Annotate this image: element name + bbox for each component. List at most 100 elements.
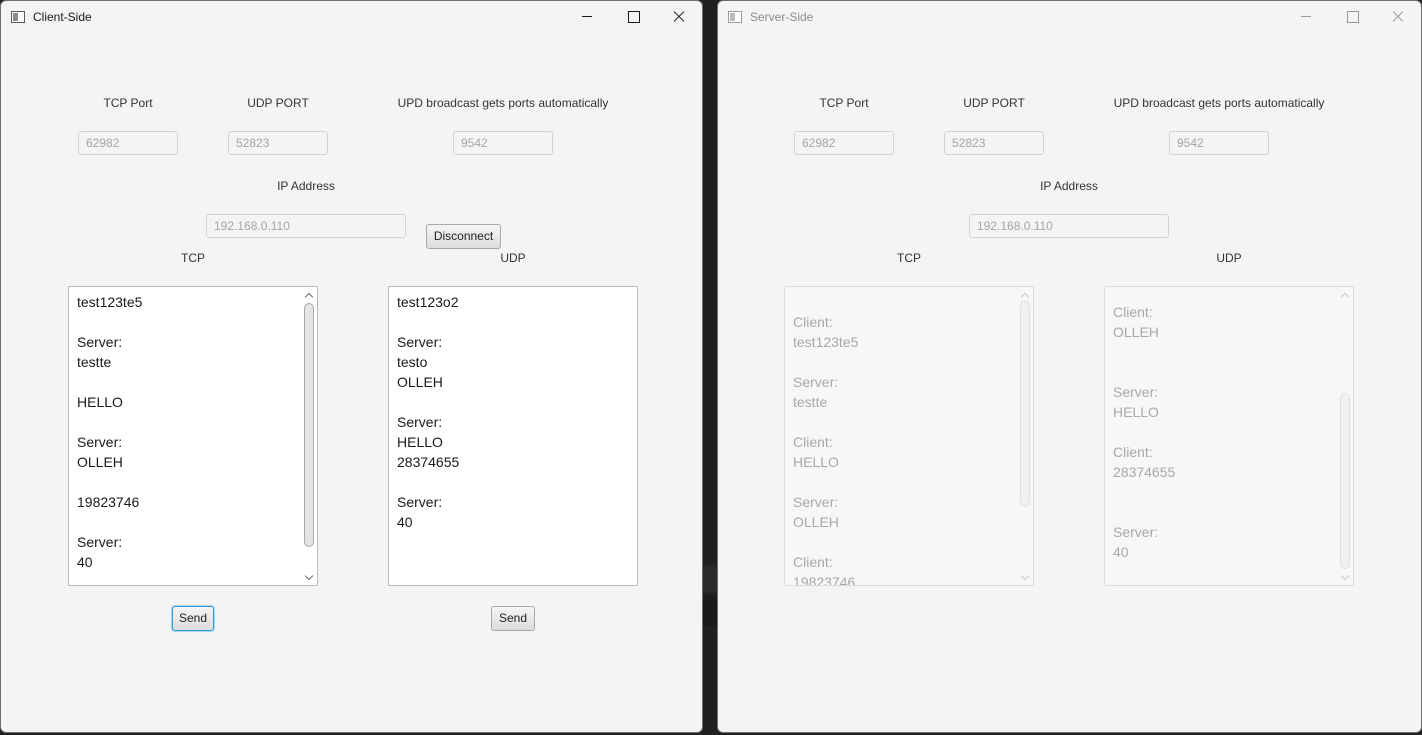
broadcast-port-field[interactable]: 9542 — [1169, 131, 1269, 155]
log-line: Server: — [397, 494, 443, 510]
tcp-log-textarea[interactable]: test123te5 Server: testte HELLO Server: OLLEH… — [68, 286, 318, 586]
log-line: 19823746 — [77, 494, 140, 510]
disconnect-button[interactable]: Disconnect — [426, 224, 501, 249]
log-line: Client: — [793, 314, 833, 330]
broadcast-port-field[interactable]: 9542 — [453, 131, 553, 155]
minimize-icon[interactable] — [564, 1, 610, 33]
log-line: 40 — [397, 514, 413, 530]
ip-address-field[interactable]: 192.168.0.110 — [206, 214, 406, 238]
log-line: OLLEH — [77, 454, 123, 470]
maximize-icon[interactable] — [610, 1, 656, 33]
tcp-log-scrollbar[interactable] — [302, 288, 316, 584]
log-line: Server: — [77, 434, 123, 450]
scrollbar-thumb[interactable] — [304, 303, 314, 547]
udp-port-label: UDP PORT — [247, 96, 309, 110]
log-line: Server: — [77, 334, 123, 350]
udp-log-scrollbar[interactable] — [1338, 288, 1352, 584]
log-line: Client: — [793, 554, 833, 570]
udp-port-field[interactable]: 52823 — [228, 131, 328, 155]
log-line: HELLO — [397, 434, 443, 450]
scroll-up-icon[interactable] — [305, 291, 313, 299]
scrollbar-thumb[interactable] — [1020, 301, 1030, 507]
log-line: Server: — [1113, 524, 1159, 540]
log-line: Client: — [1113, 444, 1153, 460]
broadcast-label: UPD broadcast gets ports automatically — [1113, 96, 1325, 110]
log-line: Server: — [793, 494, 839, 510]
titlebar[interactable]: Server-Side — [718, 1, 1421, 33]
log-line: Server: — [77, 534, 123, 550]
client-window: Client-Side TCP Port UDP PORT UPD broadc… — [0, 0, 703, 733]
log-line: Server: — [397, 414, 443, 430]
udp-label: UDP — [1216, 251, 1242, 265]
udp-log-textarea[interactable]: Client: OLLEH Server: HELLO Client: 28374655 S… — [1104, 286, 1354, 586]
udp-send-button[interactable]: Send — [491, 606, 535, 631]
maximize-icon[interactable] — [1329, 1, 1375, 33]
tcp-log-textarea[interactable]: Client: test123te5 Server: testte Client: HEL… — [784, 286, 1034, 586]
log-line: OLLEH — [1113, 324, 1159, 340]
desktop-background — [703, 565, 717, 593]
window-title: Client-Side — [33, 10, 92, 24]
app-icon — [728, 11, 742, 23]
log-line: test123o2 — [397, 294, 459, 310]
udp-log-lines: test123o2 Server: testo OLLEH Server: HELLO 28… — [397, 292, 615, 532]
udp-label: UDP — [500, 251, 526, 265]
tcp-port-field[interactable]: 62982 — [78, 131, 178, 155]
log-line: 19823746 — [793, 574, 856, 586]
log-line: OLLEH — [793, 514, 839, 530]
log-line: Server: — [1113, 384, 1159, 400]
log-line: 40 — [77, 554, 93, 570]
titlebar[interactable]: Client-Side — [1, 1, 702, 33]
scrollbar-thumb[interactable] — [1340, 393, 1350, 569]
tcp-log-scrollbar[interactable] — [1018, 288, 1032, 584]
log-line: HELLO — [77, 394, 123, 410]
udp-port-field[interactable]: 52823 — [944, 131, 1044, 155]
log-line: testte — [793, 394, 828, 410]
log-line: 40 — [1113, 544, 1129, 560]
window-title: Server-Side — [750, 10, 814, 24]
udp-port-label: UDP PORT — [963, 96, 1025, 110]
udp-log-textarea[interactable]: test123o2 Server: testo OLLEH Server: HELLO 28… — [388, 286, 638, 586]
log-line: OLLEH — [397, 374, 443, 390]
ip-address-field[interactable]: 192.168.0.110 — [969, 214, 1169, 238]
log-line: testte — [77, 354, 112, 370]
log-line: test123te5 — [77, 294, 143, 310]
tcp-label: TCP — [897, 251, 921, 265]
close-icon[interactable] — [1375, 1, 1421, 33]
scroll-down-icon[interactable] — [305, 573, 313, 581]
udp-log-lines: Client: OLLEH Server: HELLO Client: 28374655 S… — [1113, 302, 1331, 562]
scroll-down-icon[interactable] — [1341, 573, 1349, 581]
tcp-label: TCP — [181, 251, 205, 265]
scroll-up-icon[interactable] — [1341, 291, 1349, 299]
minimize-icon[interactable] — [1283, 1, 1329, 33]
log-line: testo — [397, 354, 428, 370]
scroll-up-icon[interactable] — [1021, 291, 1029, 299]
broadcast-label: UPD broadcast gets ports automatically — [397, 96, 609, 110]
log-line: HELLO — [1113, 404, 1159, 420]
tcp-port-field[interactable]: 62982 — [794, 131, 894, 155]
log-line: Server: — [793, 374, 839, 390]
scroll-down-icon[interactable] — [1021, 573, 1029, 581]
desktop-background — [703, 596, 717, 626]
tcp-send-button[interactable]: Send — [172, 606, 214, 631]
close-icon[interactable] — [656, 1, 702, 33]
ip-address-label: IP Address — [1040, 179, 1098, 193]
server-window: Server-Side TCP Port UDP PORT UPD broadc… — [717, 0, 1422, 733]
log-line: Client: — [793, 434, 833, 450]
log-line: 28374655 — [397, 454, 460, 470]
tcp-log-lines: Client: test123te5 Server: testte Client: HEL… — [793, 312, 1011, 586]
ip-address-label: IP Address — [277, 179, 335, 193]
